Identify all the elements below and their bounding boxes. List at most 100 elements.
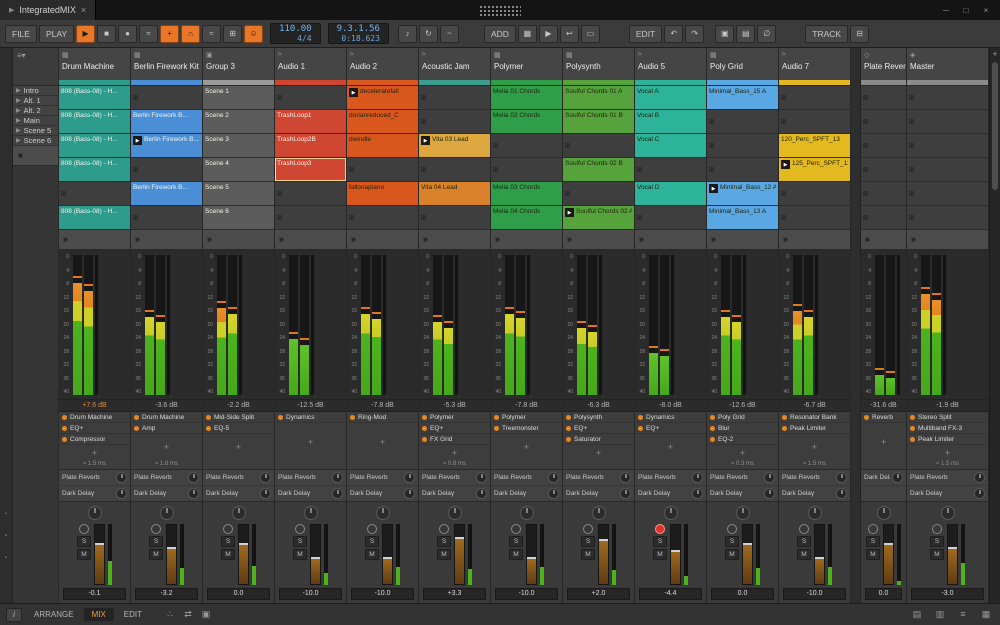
empty-clip-slot[interactable]: [861, 206, 906, 230]
device-enable-icon[interactable]: [62, 426, 67, 431]
volume-fader[interactable]: [454, 524, 465, 585]
track-header[interactable]: ≈Audio 2: [347, 48, 418, 86]
add-device-button[interactable]: +: [861, 423, 906, 460]
send-level-knob[interactable]: [188, 488, 199, 499]
track-button[interactable]: TRACK: [805, 25, 848, 43]
pan-knob[interactable]: [232, 506, 246, 520]
device-item-polymer[interactable]: Polymer: [491, 412, 562, 423]
clip-berlin-firework-b[interactable]: ▶Berlin Firework B...: [131, 134, 202, 158]
record-arm-button[interactable]: [511, 524, 521, 534]
play-menu-button[interactable]: PLAY: [39, 25, 74, 43]
view-tab-arrange[interactable]: ARRANGE: [26, 608, 82, 621]
sends-panel-toggle-icon[interactable]: ▪: [5, 533, 7, 539]
send-slot-plate-reverb[interactable]: Plate Reverb: [59, 470, 130, 486]
add-device-button[interactable]: +: [563, 445, 634, 460]
track-header[interactable]: ▦Polymer: [491, 48, 562, 86]
device-item-treemonster[interactable]: Treemonster: [491, 423, 562, 434]
empty-clip-slot[interactable]: [59, 182, 130, 206]
solo-button[interactable]: S: [653, 536, 667, 547]
empty-clip-slot[interactable]: [779, 182, 850, 206]
edit-button[interactable]: EDIT: [629, 25, 662, 43]
add-instrument-track-button[interactable]: ▦: [518, 25, 537, 43]
stop-button[interactable]: ■: [97, 25, 116, 43]
mute-button[interactable]: M: [509, 549, 523, 560]
solo-button[interactable]: S: [221, 536, 235, 547]
device-enable-icon[interactable]: [62, 437, 67, 442]
volume-fader[interactable]: [883, 524, 894, 585]
add-device-button[interactable]: +: [275, 423, 346, 460]
send-level-knob[interactable]: [332, 488, 343, 499]
clip-scene-4[interactable]: Scene 4: [203, 158, 274, 182]
track-stop-button[interactable]: ■: [911, 235, 916, 244]
undo-button[interactable]: ↶: [664, 25, 683, 43]
clip-vocal-a[interactable]: Vocal A: [635, 86, 706, 110]
empty-clip-slot[interactable]: [275, 206, 346, 230]
empty-clip-slot[interactable]: [707, 158, 778, 182]
device-enable-icon[interactable]: [566, 415, 571, 420]
time-value[interactable]: 0:18.623: [337, 34, 380, 43]
empty-clip-slot[interactable]: [419, 110, 490, 134]
volume-fader[interactable]: [670, 524, 681, 585]
clip-808-bass-08-h[interactable]: 808 (Bass-08) - H...: [59, 206, 130, 230]
device-enable-icon[interactable]: [422, 415, 427, 420]
record-arm-button[interactable]: [799, 524, 809, 534]
pan-knob[interactable]: [88, 506, 102, 520]
swing-button[interactable]: ~: [440, 25, 459, 43]
record-arm-button[interactable]: [932, 524, 942, 534]
add-device-button[interactable]: +: [907, 445, 988, 460]
add-device-button[interactable]: +: [635, 434, 706, 460]
empty-clip-slot[interactable]: [707, 134, 778, 158]
scene-play-icon[interactable]: ▶: [16, 97, 21, 104]
device-enable-icon[interactable]: [422, 426, 427, 431]
send-level-knob[interactable]: [332, 472, 343, 483]
clip-125-perc-spft-11[interactable]: ▶125_Perc_SPFT_11: [779, 158, 850, 182]
device-item-eq[interactable]: EQ+: [59, 423, 130, 434]
add-device-button[interactable]: +: [131, 434, 202, 460]
clip-soulful-chords-01-b[interactable]: Soulful Chords 01 B: [563, 110, 634, 134]
track-header[interactable]: ▦Berlin Firework Kit: [131, 48, 202, 86]
device-enable-icon[interactable]: [278, 415, 283, 420]
device-enable-icon[interactable]: [782, 426, 787, 431]
empty-clip-slot[interactable]: [907, 134, 988, 158]
empty-clip-slot[interactable]: [861, 158, 906, 182]
solo-button[interactable]: S: [437, 536, 451, 547]
clip-fallonapiano[interactable]: fallonapiano: [347, 182, 418, 206]
device-enable-icon[interactable]: [494, 426, 499, 431]
record-arm-button[interactable]: [223, 524, 233, 534]
send-level-knob[interactable]: [620, 488, 631, 499]
duplicate-button[interactable]: ▤: [736, 25, 755, 43]
track-header[interactable]: ▦Polysynth: [563, 48, 634, 86]
groove-button[interactable]: ☺: [244, 25, 263, 43]
empty-clip-slot[interactable]: [491, 158, 562, 182]
device-item-eq[interactable]: EQ+: [635, 423, 706, 434]
device-item-compressor[interactable]: Compressor: [59, 434, 130, 445]
cue-monitor-button[interactable]: ∩: [181, 25, 200, 43]
solo-button[interactable]: S: [930, 536, 944, 547]
volume-fader[interactable]: [814, 524, 825, 585]
copy-button[interactable]: ▣: [715, 25, 734, 43]
track-header[interactable]: ≈Acoustic Jam: [419, 48, 490, 86]
clip-trashloop3[interactable]: TrashLoop3: [275, 158, 346, 182]
clip-dorianreduced-c[interactable]: dorianreduced_C: [347, 110, 418, 134]
send-level-knob[interactable]: [974, 488, 985, 499]
send-level-knob[interactable]: [764, 472, 775, 483]
mute-button[interactable]: M: [725, 549, 739, 560]
clip-dwindle[interactable]: dwindle: [347, 134, 418, 158]
automation-write-button[interactable]: ≈: [139, 25, 158, 43]
clip-minimal-bass-12-a[interactable]: ▶Minimal_Bass_12 A: [707, 182, 778, 206]
empty-clip-slot[interactable]: [419, 86, 490, 110]
solo-button[interactable]: S: [293, 536, 307, 547]
send-slot-plate-reverb[interactable]: Plate Reverb: [907, 470, 988, 486]
pan-knob[interactable]: [664, 506, 678, 520]
send-slot-plate-reverb[interactable]: Plate Reverb: [779, 470, 850, 486]
empty-clip-slot[interactable]: [779, 110, 850, 134]
clip-vocal-b[interactable]: Vocal B: [635, 110, 706, 134]
clip-berlin-firework-b[interactable]: Berlin Firework B...: [131, 110, 202, 134]
send-level-knob[interactable]: [476, 488, 487, 499]
send-level-knob[interactable]: [548, 488, 559, 499]
track-stop-button[interactable]: ■: [63, 235, 68, 244]
solo-button[interactable]: S: [581, 536, 595, 547]
tempo-display[interactable]: 110.00 4/4: [270, 23, 321, 44]
device-item-drum-machine[interactable]: Drum Machine: [131, 412, 202, 423]
solo-button[interactable]: S: [725, 536, 739, 547]
